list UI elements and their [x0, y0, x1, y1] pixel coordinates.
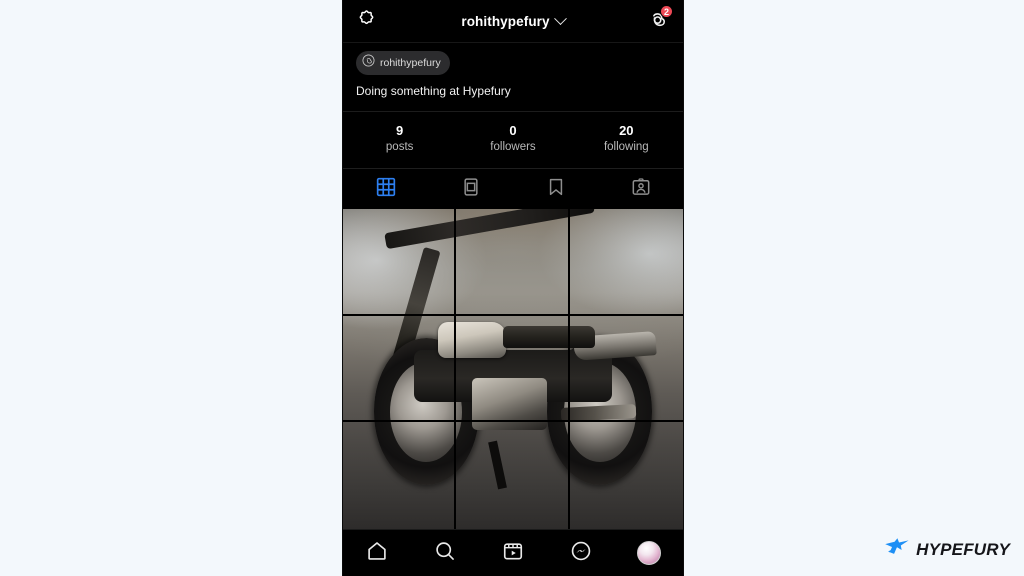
stat-following-value: 20	[619, 123, 634, 138]
messenger-icon	[570, 540, 592, 567]
profile-tab-bar	[343, 169, 683, 209]
stat-posts-value: 9	[396, 123, 404, 138]
search-icon	[434, 540, 456, 567]
bottom-navigation-bar	[343, 529, 683, 576]
threads-app-button[interactable]	[357, 9, 391, 33]
profile-stats-row: 9 posts 0 followers 20 following	[343, 112, 683, 169]
threads-handle-label: rohithypefury	[380, 57, 441, 69]
hypefury-bird-icon	[884, 537, 910, 562]
nav-messages[interactable]	[547, 530, 615, 576]
threads-notification-button[interactable]: 2	[635, 4, 673, 35]
nav-reels[interactable]	[479, 530, 547, 576]
tab-reels[interactable]	[428, 169, 513, 209]
nav-search[interactable]	[411, 530, 479, 576]
stat-following-label: following	[603, 141, 649, 153]
grid-tile[interactable]	[456, 209, 570, 316]
grid-tile[interactable]	[343, 209, 457, 316]
profile-bio-section: rohithypefury Doing something at Hypefur…	[343, 43, 683, 112]
top-bar: rohithypefury 2	[343, 0, 683, 43]
grid-tile[interactable]	[456, 422, 570, 529]
grid-tile[interactable]	[343, 422, 457, 529]
reels-icon	[502, 540, 524, 567]
reels-icon	[461, 177, 481, 202]
stat-followers[interactable]: 0 followers	[456, 123, 569, 155]
grid-tile[interactable]	[456, 315, 570, 423]
notification-badge: 2	[660, 4, 673, 18]
stat-posts-label: posts	[385, 141, 414, 153]
tagged-icon	[631, 177, 651, 202]
profile-username-button[interactable]: rohithypefury	[391, 11, 635, 29]
bio-text: Doing something at Hypefury	[356, 84, 511, 98]
threads-logo-icon	[362, 54, 375, 72]
tab-posts[interactable]	[343, 169, 428, 209]
stat-followers-label: followers	[490, 141, 536, 153]
stat-followers-value: 0	[509, 123, 517, 138]
grid-tile[interactable]	[569, 316, 683, 423]
bookmark-icon	[546, 177, 566, 202]
grid-tile[interactable]	[569, 209, 683, 316]
grid-tile[interactable]	[343, 315, 457, 423]
hypefury-watermark: HYPEFURY	[884, 537, 1010, 562]
threads-handle-pill[interactable]: rohithypefury	[356, 51, 450, 75]
phone-screen: rohithypefury 2 rohithypefury Doing some…	[343, 0, 683, 576]
post-grid	[343, 209, 683, 529]
nav-home[interactable]	[343, 530, 411, 576]
chevron-down-icon	[553, 11, 567, 25]
tab-tagged[interactable]	[598, 169, 683, 209]
avatar	[637, 541, 661, 565]
grid-tile[interactable]	[570, 422, 683, 529]
stat-following[interactable]: 20 following	[570, 123, 683, 155]
threads-app-icon	[357, 9, 376, 33]
nav-profile[interactable]	[615, 530, 683, 576]
home-icon	[366, 540, 388, 567]
grid-icon	[376, 177, 396, 202]
grid-overlay	[343, 209, 683, 529]
page-title: rohithypefury	[461, 13, 550, 29]
stat-posts[interactable]: 9 posts	[343, 123, 456, 155]
tab-saved[interactable]	[513, 169, 598, 209]
hypefury-wordmark: HYPEFURY	[916, 539, 1010, 559]
